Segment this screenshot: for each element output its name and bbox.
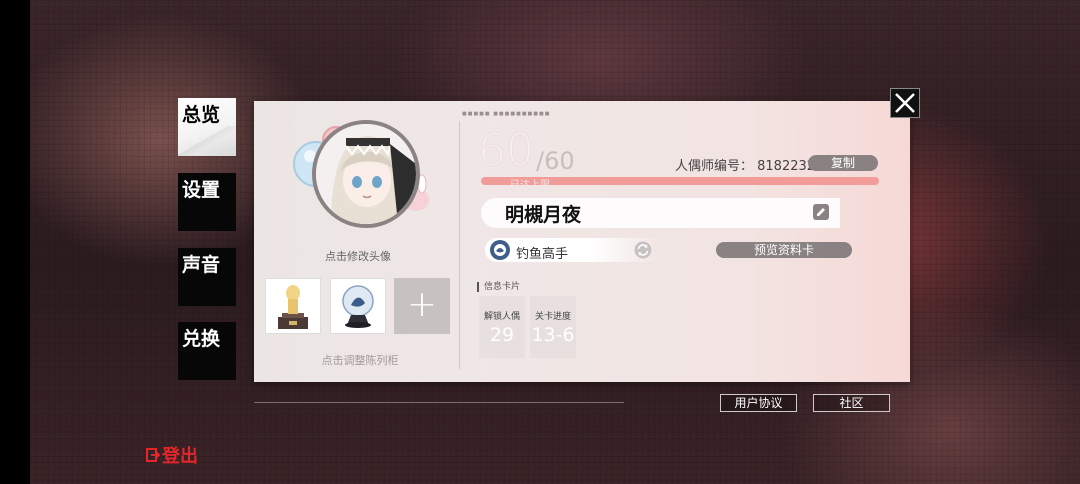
player-name: 明槻月夜 [505, 204, 582, 226]
avatar-frame[interactable] [290, 112, 430, 232]
player-title: 钓鱼高手 [516, 247, 569, 262]
logout-icon [146, 447, 160, 463]
left-black-edge [0, 0, 30, 484]
crystal-ball-icon [342, 285, 374, 328]
tab-redeem[interactable]: 兑换 [178, 322, 236, 380]
close-button[interactable] [890, 88, 920, 118]
close-icon [895, 93, 915, 113]
community-button[interactable]: 社区 [813, 394, 890, 412]
tab-redeem-label: 兑换 [182, 328, 221, 350]
info-card-progress-label: 关卡进度 [534, 312, 571, 322]
doll-figure-icon [278, 285, 308, 329]
avatar [312, 120, 420, 228]
change-avatar-hint: 点击修改头像 [325, 250, 391, 263]
panel-divider [459, 121, 460, 369]
tab-sound-label: 声音 [182, 254, 221, 276]
info-card-progress-value: 13-6 [531, 324, 575, 346]
showcase-slot-2[interactable] [330, 278, 386, 334]
showcase-slot-1[interactable] [265, 278, 321, 334]
player-id: 人偶师编号： 8182232 [675, 159, 816, 174]
tab-sound[interactable]: 声音 [178, 248, 236, 306]
info-card-dolls-label: 解锁人偶 [483, 312, 520, 322]
adjust-showcase-hint: 点击调整陈列柜 [321, 354, 399, 367]
tiny-caption: ■■■■■ ■■■■■■■■■■ [462, 111, 551, 117]
info-card-section-label: 信息卡片 [477, 282, 520, 292]
edit-name-icon[interactable] [812, 203, 830, 221]
tab-settings[interactable]: 设置 [178, 173, 236, 231]
tab-overview[interactable]: 总览 [178, 98, 236, 156]
logout-label: 登出 [162, 446, 198, 467]
level-cap-note: 已达上限 [510, 180, 550, 191]
fishing-title-icon [489, 239, 511, 261]
bottom-divider [254, 402, 624, 403]
level-value: 60 [478, 125, 534, 176]
info-card-progress: 关卡进度 13-6 [530, 296, 576, 358]
preview-card-button[interactable]: 预览资料卡 [716, 242, 852, 258]
logout-button[interactable]: 登出 [146, 442, 198, 468]
info-card-dolls: 解锁人偶 29 [479, 296, 525, 358]
info-card-dolls-value: 29 [489, 324, 515, 346]
tab-settings-label: 设置 [182, 179, 221, 201]
add-showcase-button[interactable]: + [394, 278, 450, 334]
tab-overview-label: 总览 [182, 104, 221, 126]
refresh-icon[interactable] [634, 241, 652, 259]
copy-id-button[interactable]: 复制 [808, 155, 878, 171]
user-agreement-button[interactable]: 用户协议 [720, 394, 797, 412]
avatar-portrait-icon [316, 124, 416, 224]
level-max: /60 [536, 147, 575, 175]
